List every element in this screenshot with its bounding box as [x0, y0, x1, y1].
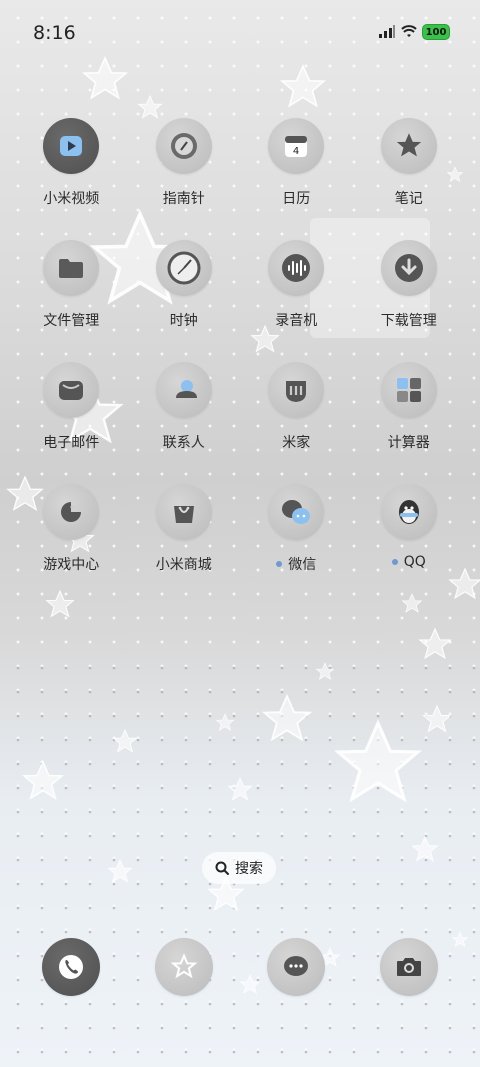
status-icons: 100: [378, 24, 450, 40]
game-icon: [43, 484, 100, 540]
dock-messages[interactable]: [240, 938, 353, 996]
dock: [15, 938, 465, 996]
app-download-manager[interactable]: 下载管理: [353, 240, 466, 362]
app-email[interactable]: 电子邮件: [15, 362, 128, 484]
camera-icon: [379, 938, 438, 996]
app-label: 下载管理: [380, 313, 437, 329]
app-label: 计算器: [387, 435, 430, 451]
search-button[interactable]: 搜索: [202, 852, 276, 884]
wifi-icon: [401, 25, 417, 37]
app-calendar[interactable]: 4 日历: [240, 118, 353, 240]
chat-bubbles-icon: [268, 484, 325, 540]
app-label: 指南针: [162, 191, 205, 207]
app-label: 时钟: [169, 313, 198, 329]
app-file-manager[interactable]: 文件管理: [15, 240, 128, 362]
app-label-text: QQ: [403, 554, 426, 570]
phone-icon: [42, 938, 101, 996]
app-recorder[interactable]: 录音机: [240, 240, 353, 362]
app-calculator[interactable]: 计算器: [353, 362, 466, 484]
app-label-text: 微信: [288, 557, 317, 573]
mijia-icon: [268, 362, 325, 418]
status-bar: 8:16 100: [0, 0, 480, 64]
app-label: 米家: [282, 435, 311, 451]
search-label: 搜索: [235, 861, 263, 877]
app-game-center[interactable]: 游戏中心: [15, 484, 128, 606]
app-label: 小米视频: [43, 191, 100, 207]
shopping-bag-icon: [155, 484, 212, 540]
notification-dot: [276, 561, 283, 567]
app-label: QQ: [391, 554, 426, 570]
signal-icon: [379, 25, 395, 38]
contact-icon: [155, 362, 212, 418]
compass-icon: [155, 118, 212, 174]
battery-icon: 100: [422, 24, 450, 40]
download-icon: [380, 240, 437, 296]
app-label: 联系人: [162, 435, 205, 451]
calculator-icon: [380, 362, 437, 418]
app-notes[interactable]: 笔记: [353, 118, 466, 240]
app-label: 文件管理: [43, 313, 100, 329]
dock-camera[interactable]: [353, 938, 466, 996]
message-icon: [267, 938, 326, 996]
app-label: 电子邮件: [43, 435, 100, 451]
app-mijia[interactable]: 米家: [240, 362, 353, 484]
folder-icon: [43, 240, 100, 296]
search-icon: [215, 861, 229, 875]
mail-icon: [43, 362, 100, 418]
app-label: 日历: [282, 191, 311, 207]
app-label: 小米商城: [155, 557, 212, 573]
calendar-day: 4: [293, 146, 299, 157]
app-mi-store[interactable]: 小米商城: [128, 484, 241, 606]
app-qq[interactable]: QQ: [353, 484, 466, 606]
status-time: 8:16: [33, 22, 76, 44]
waveform-icon: [268, 240, 325, 296]
app-wechat[interactable]: 微信: [240, 484, 353, 606]
app-label: 微信: [276, 554, 316, 574]
penguin-icon: [380, 484, 437, 540]
dock-favorites[interactable]: [128, 938, 241, 996]
app-contacts[interactable]: 联系人: [128, 362, 241, 484]
calendar-icon: 4: [268, 118, 325, 174]
clock-icon: [155, 240, 212, 296]
app-label: 游戏中心: [43, 557, 100, 573]
star-icon: [154, 938, 213, 996]
app-label: 录音机: [275, 313, 318, 329]
app-clock[interactable]: 时钟: [128, 240, 241, 362]
app-compass[interactable]: 指南针: [128, 118, 241, 240]
app-grid: 小米视频 指南针 4 日历 笔记 文件管理 时钟 录音机 下载管理 电子邮件 联…: [15, 118, 465, 606]
app-label: 笔记: [394, 191, 423, 207]
app-mi-video[interactable]: 小米视频: [15, 118, 128, 240]
dock-phone[interactable]: [15, 938, 128, 996]
star-note-icon: [380, 118, 437, 174]
video-play-icon: [43, 118, 100, 174]
notification-dot: [391, 559, 398, 565]
